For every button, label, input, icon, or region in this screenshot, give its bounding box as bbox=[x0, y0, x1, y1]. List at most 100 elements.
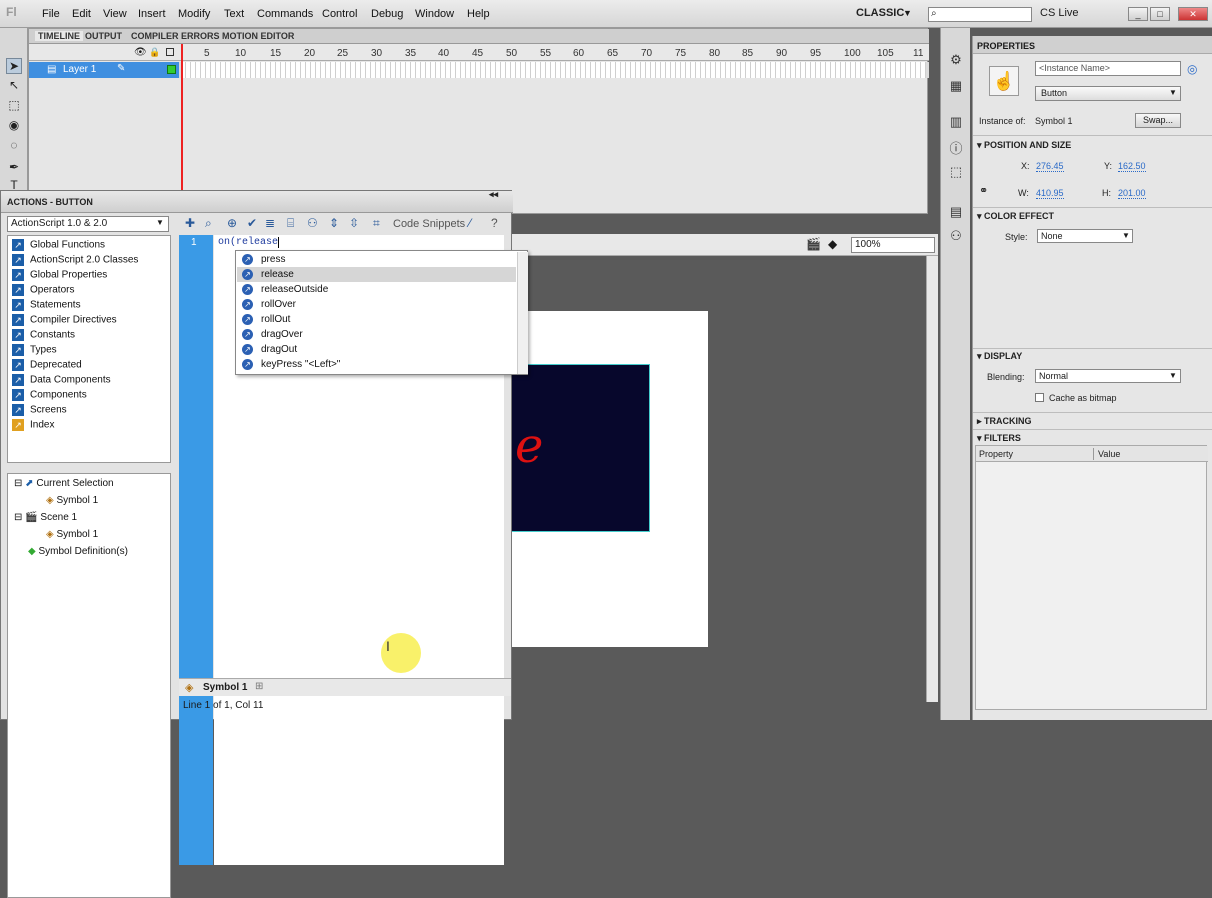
code-hint-item[interactable]: ↗ releaseOutside bbox=[237, 282, 516, 297]
toolbox-item-index[interactable]: ↗ Index bbox=[12, 419, 54, 434]
cache-as-bitmap-checkbox[interactable] bbox=[1035, 393, 1044, 402]
x-value[interactable]: 276.45 bbox=[1036, 161, 1064, 172]
code-hint-item[interactable]: ↗ keyPress "<Left>" bbox=[237, 357, 516, 372]
toolbox-item[interactable]: ↗ Deprecated bbox=[12, 359, 82, 374]
color-effect-section[interactable]: ▾ COLOR EFFECT bbox=[977, 211, 1054, 222]
info-icon[interactable]: ◎ bbox=[1187, 62, 1197, 76]
toolbox-item[interactable]: ↗ Components bbox=[12, 389, 87, 404]
collapse-between-braces-icon[interactable]: ⇕ bbox=[329, 216, 339, 230]
auto-format-icon[interactable]: ≣ bbox=[265, 216, 275, 230]
frame-ruler[interactable]: 👁 🔒 5 10 15 20 25 30 35 40 45 50 55 60 6… bbox=[29, 44, 929, 61]
toolbox-item[interactable]: ↗ Operators bbox=[12, 284, 74, 299]
code-hint-item[interactable]: ↗ press bbox=[237, 252, 516, 267]
toolbox-item[interactable]: ↗ Statements bbox=[12, 299, 81, 314]
library-icon[interactable]: ▤ bbox=[948, 204, 964, 220]
tab-timeline[interactable]: TIMELINE bbox=[35, 31, 83, 41]
align-icon[interactable]: ▥ bbox=[948, 114, 964, 130]
edit-scene-icon[interactable]: 🎬 bbox=[806, 237, 821, 251]
code-line[interactable]: on(release bbox=[218, 237, 280, 248]
toolbox-item[interactable]: ↗ Global Functions bbox=[12, 239, 105, 254]
lock-ratio-icon[interactable]: ⚭ bbox=[979, 184, 988, 197]
h-value[interactable]: 201.00 bbox=[1118, 188, 1146, 199]
frame-cells[interactable] bbox=[181, 62, 926, 78]
find-icon[interactable]: ⌕ bbox=[205, 216, 212, 231]
check-syntax-icon[interactable]: ✔ bbox=[247, 216, 257, 230]
chevron-down-icon[interactable]: ▼ bbox=[1169, 371, 1177, 380]
maximize-button[interactable]: □ bbox=[1150, 7, 1170, 21]
eye-icon[interactable]: 👁 bbox=[134, 47, 147, 58]
code-hint-item[interactable]: ↗ rollOver bbox=[237, 297, 516, 312]
workspace-switcher[interactable]: CLASSIC bbox=[856, 7, 904, 19]
layer-name[interactable]: Layer 1 bbox=[63, 64, 96, 75]
help-search-input[interactable]: ⌕ bbox=[928, 7, 1032, 22]
components-icon[interactable]: ⚇ bbox=[948, 228, 964, 244]
tab-motion-editor[interactable]: MOTION EDITOR bbox=[222, 31, 294, 41]
menu-insert[interactable]: Insert bbox=[138, 8, 166, 20]
pen-tool-icon[interactable]: ✒ bbox=[6, 160, 22, 176]
lock-icon[interactable]: 🔒 bbox=[149, 47, 160, 58]
wand-icon[interactable]: ⁄ bbox=[469, 216, 471, 230]
outline-icon[interactable] bbox=[166, 48, 174, 56]
tree-scene[interactable]: ⊟ 🎬 Scene 1 bbox=[14, 512, 77, 523]
chevron-down-icon[interactable]: ▼ bbox=[1122, 231, 1130, 240]
info-icon[interactable]: ⓘ bbox=[948, 138, 964, 156]
display-section[interactable]: ▾ DISPLAY bbox=[977, 351, 1022, 362]
menu-debug[interactable]: Debug bbox=[371, 8, 403, 20]
toolbox-item[interactable]: ↗ Types bbox=[12, 344, 57, 359]
code-hint-scrollbar[interactable] bbox=[517, 252, 528, 374]
tree-symbol-item[interactable]: ◈ Symbol 1 bbox=[46, 495, 98, 506]
insert-target-path-icon[interactable]: ⊕ bbox=[227, 216, 237, 230]
blending-select[interactable]: Normal bbox=[1035, 369, 1181, 383]
menu-modify[interactable]: Modify bbox=[178, 8, 210, 20]
position-size-section[interactable]: ▾ POSITION AND SIZE bbox=[977, 140, 1071, 151]
collapse-icon[interactable]: ◂◂ bbox=[489, 189, 498, 200]
selection-tool-icon[interactable]: ➤ bbox=[6, 58, 22, 74]
help-icon[interactable]: ? bbox=[491, 216, 498, 230]
menu-control[interactable]: Control bbox=[322, 8, 357, 20]
toolbox-item[interactable]: ↗ Screens bbox=[12, 404, 67, 419]
y-value[interactable]: 162.50 bbox=[1118, 161, 1146, 172]
code-hint-item[interactable]: ↗ dragOver bbox=[237, 327, 516, 342]
actionscript-version-select[interactable]: ActionScript 1.0 & 2.0 bbox=[7, 216, 169, 232]
code-hint-item[interactable]: ↗ dragOut bbox=[237, 342, 516, 357]
script-tab[interactable]: Symbol 1 bbox=[203, 682, 247, 693]
instance-name-input[interactable]: <Instance Name> bbox=[1035, 61, 1181, 76]
chevron-down-icon[interactable]: ▼ bbox=[903, 8, 912, 18]
free-transform-tool-icon[interactable]: ⬚ bbox=[6, 98, 22, 114]
menu-edit[interactable]: Edit bbox=[72, 8, 91, 20]
tree-symbol-item[interactable]: ◈ Symbol 1 bbox=[46, 529, 98, 540]
filters-table[interactable]: Property Value bbox=[975, 445, 1208, 710]
transform-icon[interactable]: ⬚ bbox=[948, 164, 964, 180]
cs-live-button[interactable]: CS Live bbox=[1040, 7, 1079, 19]
toolbox-item[interactable]: ↗ ActionScript 2.0 Classes bbox=[12, 254, 138, 269]
swap-button[interactable]: Swap... bbox=[1135, 113, 1181, 128]
actions-panel-title-bar[interactable]: ACTIONS - BUTTON ◂◂ bbox=[1, 189, 513, 213]
stage-scrollbar[interactable] bbox=[926, 256, 938, 702]
filters-section[interactable]: ▾ FILTERS bbox=[977, 433, 1021, 444]
menu-text[interactable]: Text bbox=[224, 8, 244, 20]
chevron-down-icon[interactable]: ▼ bbox=[1169, 88, 1177, 97]
layer-color-icon[interactable] bbox=[167, 65, 176, 74]
minimize-button[interactable]: _ bbox=[1128, 7, 1148, 21]
toolbox-item[interactable]: ↗ Data Components bbox=[12, 374, 111, 389]
properties-title-bar[interactable]: PROPERTIES bbox=[973, 36, 1212, 54]
menu-view[interactable]: View bbox=[103, 8, 127, 20]
code-snippets-icon[interactable]: ⌗ bbox=[373, 216, 380, 231]
tracking-section[interactable]: ▸ TRACKING bbox=[977, 416, 1032, 427]
menu-help[interactable]: Help bbox=[467, 8, 490, 20]
symbol-type-select[interactable]: Button bbox=[1035, 86, 1181, 101]
tree-current-selection[interactable]: ⊟ ⬈ Current Selection bbox=[14, 478, 114, 489]
edit-symbols-icon[interactable]: ◆ bbox=[828, 237, 837, 251]
lasso-tool-icon[interactable]: ◌ bbox=[6, 138, 22, 154]
code-snippets-button[interactable]: Code Snippets bbox=[393, 218, 465, 230]
collapse-selection-icon[interactable]: ⇳ bbox=[349, 216, 359, 230]
code-hint-item[interactable]: ↗ rollOut bbox=[237, 312, 516, 327]
pin-icon[interactable]: ⊞ bbox=[255, 681, 263, 692]
toolbox-item[interactable]: ↗ Global Properties bbox=[12, 269, 107, 284]
toolbox-item[interactable]: ↗ Compiler Directives bbox=[12, 314, 117, 329]
zoom-select[interactable]: 100% bbox=[851, 237, 935, 253]
chevron-down-icon[interactable]: ▼ bbox=[156, 218, 164, 227]
layer-selected[interactable]: ▤ Layer 1 ✎ bbox=[29, 62, 179, 78]
w-value[interactable]: 410.95 bbox=[1036, 188, 1064, 199]
toolbox-item[interactable]: ↗ Constants bbox=[12, 329, 75, 344]
